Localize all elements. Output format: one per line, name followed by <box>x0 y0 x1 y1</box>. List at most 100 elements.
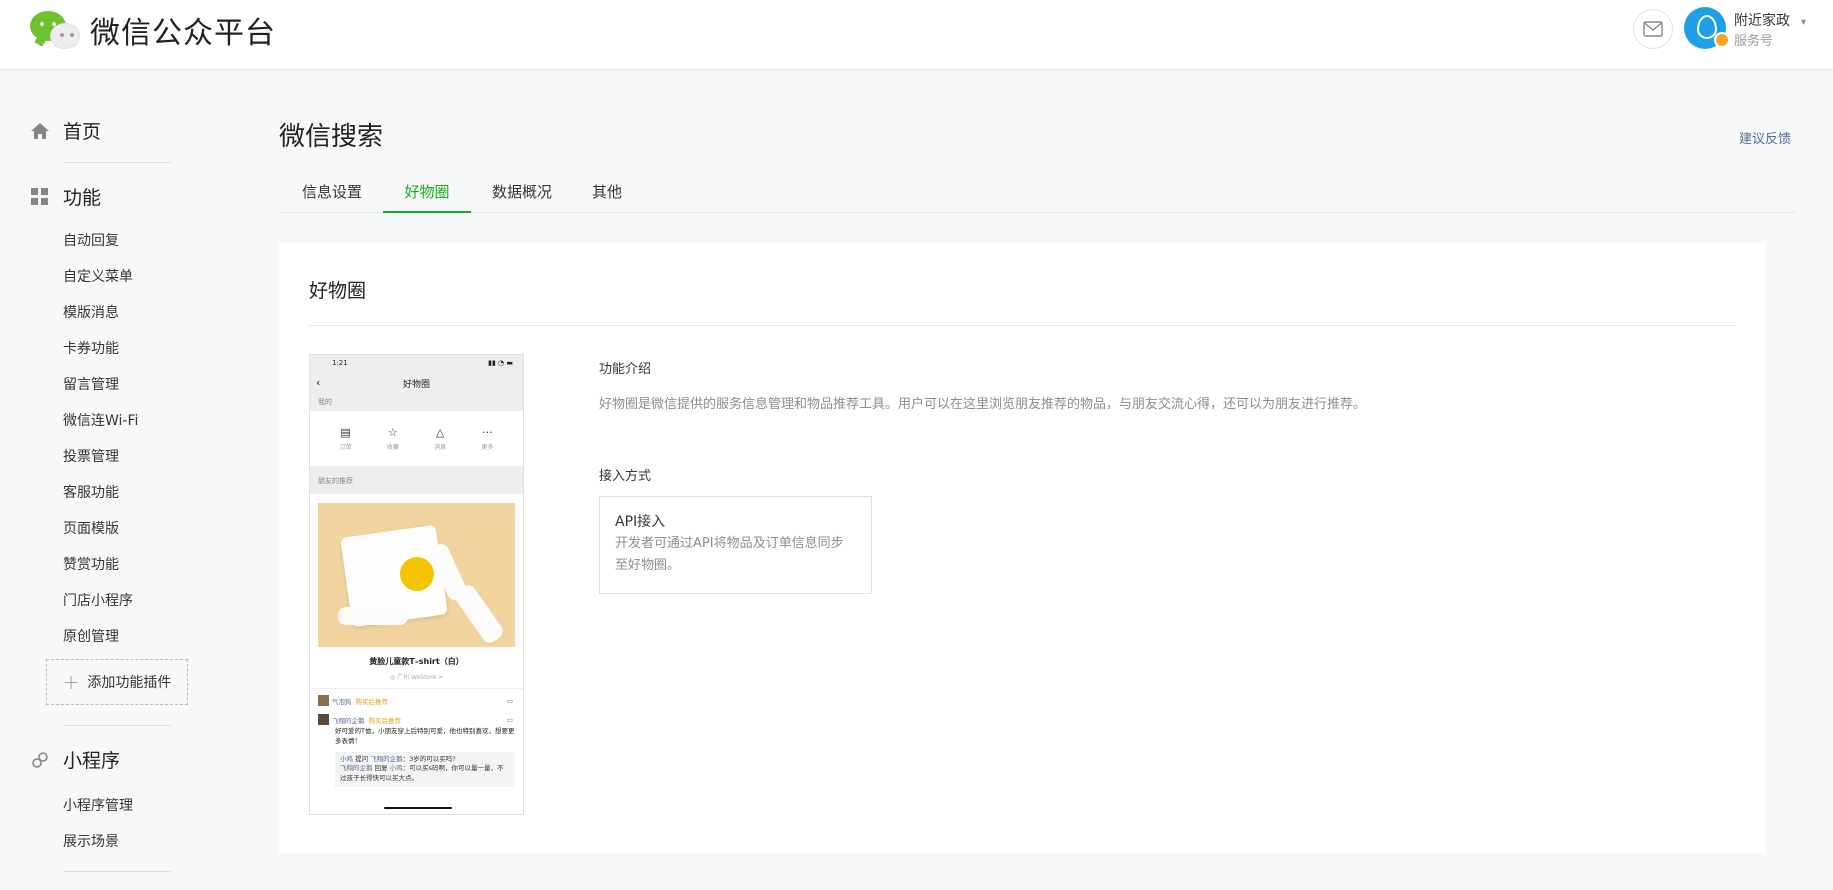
phone-orders-label: 订单 <box>339 444 352 451</box>
phone-preview: 1:21 ▮▮ ◔ ▬ ‹ 好物圈 我的 ▤ 订单 ☆ 收藏 △ 消息 ··· 更多 朋… <box>309 354 524 815</box>
tab-bar: 信息设置 好物圈 数据概况 其他 <box>279 178 1796 213</box>
phone-messages-label: 消息 <box>434 444 447 451</box>
tab-other[interactable]: 其他 <box>590 178 624 213</box>
recommendation-row: 气泡狗 购买后推荐 ▭ <box>310 695 523 706</box>
grid-icon <box>29 186 51 208</box>
sidebar-home-label: 首页 <box>63 121 102 143</box>
sidebar-divider <box>63 162 171 163</box>
recommend-tag: 购买后推荐 <box>368 716 402 725</box>
phone-more-label: 更多 <box>481 444 494 451</box>
reply-text: ：3岁的可以买吗? <box>402 754 456 763</box>
mail-icon <box>1643 21 1663 37</box>
reply-user: 飞翔的企鹅 <box>340 764 373 773</box>
verified-badge-icon <box>1714 32 1730 48</box>
avatar <box>318 695 329 706</box>
comment-icon: ▭ <box>506 715 513 724</box>
sidebar-item-page-template[interactable]: 页面模版 <box>63 518 119 538</box>
sidebar-item-auto-reply[interactable]: 自动回复 <box>63 230 119 250</box>
content-card: 好物圈 1:21 ▮▮ ◔ ▬ ‹ 好物圈 我的 ▤ 订单 ☆ 收藏 △ 消息 ···… <box>279 243 1765 853</box>
phone-home-indicator <box>384 807 452 809</box>
phone-time: 1:21 <box>332 359 348 367</box>
recommend-tag: 购买后推荐 <box>355 697 389 706</box>
account-type: 服务号 <box>1734 34 1774 49</box>
chevron-down-icon[interactable]: ▾ <box>1801 17 1806 28</box>
recommendation-row: 飞翔的企鹅 购买后推荐 ▭ <box>310 714 523 725</box>
phone-orders: ▤ 订单 <box>340 426 352 451</box>
intro-label: 功能介绍 <box>599 362 652 377</box>
sidebar-divider <box>63 871 171 872</box>
top-header: 微信公众平台 附近家政 服务号 ▾ <box>0 0 1833 70</box>
sidebar-item-custom-menu[interactable]: 自定义菜单 <box>63 266 133 286</box>
reply-user: 小鸡 <box>340 754 353 763</box>
intro-text: 好物圈是微信提供的服务信息管理和物品推荐工具。用户可以在这里浏览朋友推荐的物品，… <box>599 397 1367 412</box>
bell-icon: △ <box>435 426 445 439</box>
sidebar-item-customer-service[interactable]: 客服功能 <box>63 482 119 502</box>
sidebar-item-voting[interactable]: 投票管理 <box>63 446 119 466</box>
recommendation-text: 好可爱的T恤，小朋友穿上后特别可爱，他也特别喜欢，想要更多表情！ <box>335 727 515 745</box>
back-arrow-icon: ‹ <box>316 376 321 389</box>
recommender-name: 气泡狗 <box>332 697 352 706</box>
product-name: 黄脸儿童款T–shirt（白） <box>369 657 464 666</box>
api-title: API接入 <box>615 514 666 530</box>
sidebar-item-original[interactable]: 原创管理 <box>63 626 119 646</box>
mini-program-icon <box>29 749 51 771</box>
recommender-name: 飞翔的企鹅 <box>332 716 365 725</box>
phone-more: ··· 更多 <box>481 426 493 451</box>
phone-status-bar: 1:21 ▮▮ ◔ ▬ <box>310 355 523 373</box>
card-divider <box>309 325 1735 326</box>
wechat-bubbles-icon <box>28 8 82 52</box>
platform-title: 微信公众平台 <box>90 16 276 51</box>
product-location: ◎ 广州 WeStore > <box>389 674 444 681</box>
phone-nav-bar: ‹ 好物圈 <box>310 373 523 395</box>
sidebar-mini-program-label: 小程序 <box>63 750 121 772</box>
access-label: 接入方式 <box>599 469 652 484</box>
page-title: 微信搜索 <box>279 122 384 152</box>
reply-verb: 提问 <box>355 754 369 763</box>
card-title: 好物圈 <box>309 280 367 302</box>
reply-verb: 回复 <box>374 764 388 773</box>
sidebar-home[interactable]: 首页 <box>29 117 101 144</box>
sidebar-item-store-miniprogram[interactable]: 门店小程序 <box>63 590 133 610</box>
phone-favorites-label: 收藏 <box>386 444 399 451</box>
plus-icon: + <box>62 670 80 694</box>
phone-friends-label: 朋友的推荐 <box>310 466 523 494</box>
sidebar-item-miniprogram-manage[interactable]: 小程序管理 <box>63 795 133 815</box>
home-icon <box>29 120 51 142</box>
sidebar-item-tipping[interactable]: 赞赏功能 <box>63 554 119 574</box>
api-description: 开发者可通过API将物品及订单信息同步至好物圈。 <box>615 536 844 573</box>
sidebar-features: 功能 <box>29 183 101 210</box>
star-icon: ☆ <box>387 426 398 439</box>
tab-info-settings[interactable]: 信息设置 <box>299 178 365 213</box>
tab-data-overview[interactable]: 数据概况 <box>489 178 555 213</box>
mail-button[interactable] <box>1633 9 1673 49</box>
phone-my-label: 我的 <box>310 395 523 411</box>
sidebar-item-comments[interactable]: 留言管理 <box>63 374 119 394</box>
more-icon: ··· <box>482 426 493 439</box>
wechat-logo[interactable]: 微信公众平台 <box>28 8 276 52</box>
sidebar-item-display-scene[interactable]: 展示场景 <box>63 831 119 851</box>
sidebar-mini-program: 小程序 <box>29 746 120 773</box>
feedback-link[interactable]: 建议反馈 <box>1739 128 1791 147</box>
tab-good-things-circle[interactable]: 好物圈 <box>383 178 471 213</box>
phone-nav-title: 好物圈 <box>402 380 430 390</box>
sidebar-item-template-message[interactable]: 模版消息 <box>63 302 119 322</box>
avatar <box>318 714 329 725</box>
api-access-option[interactable]: API接入 开发者可通过API将物品及订单信息同步至好物圈。 <box>599 496 872 594</box>
product-image <box>318 503 515 647</box>
comment-icon: ▭ <box>506 696 513 705</box>
reply-thread: 小鸡 提问 飞翔的企鹅：3岁的可以买吗? 飞翔的企鹅 回复 小鸡：可以买s码啊，… <box>335 751 515 787</box>
sidebar-item-coupons[interactable]: 卡券功能 <box>63 338 119 358</box>
sidebar-features-label: 功能 <box>63 187 102 209</box>
orders-icon: ▤ <box>340 426 351 439</box>
sidebar-item-wifi[interactable]: 微信连Wi-Fi <box>63 410 138 430</box>
reply-user: 小鸡 <box>389 764 403 773</box>
phone-favorites: ☆ 收藏 <box>387 426 399 451</box>
add-plugin-label: 添加功能插件 <box>87 675 172 691</box>
phone-quick-icons: ▤ 订单 ☆ 收藏 △ 消息 ··· 更多 <box>310 411 523 466</box>
phone-status-icons: ▮▮ ◔ ▬ <box>488 359 513 367</box>
add-plugin-button[interactable]: + 添加功能插件 <box>46 659 188 705</box>
phone-messages: △ 消息 <box>434 426 446 451</box>
sidebar-divider <box>63 725 171 726</box>
reply-user: 飞翔的企鹅 <box>370 754 403 763</box>
account-name[interactable]: 附近家政 <box>1734 10 1790 30</box>
